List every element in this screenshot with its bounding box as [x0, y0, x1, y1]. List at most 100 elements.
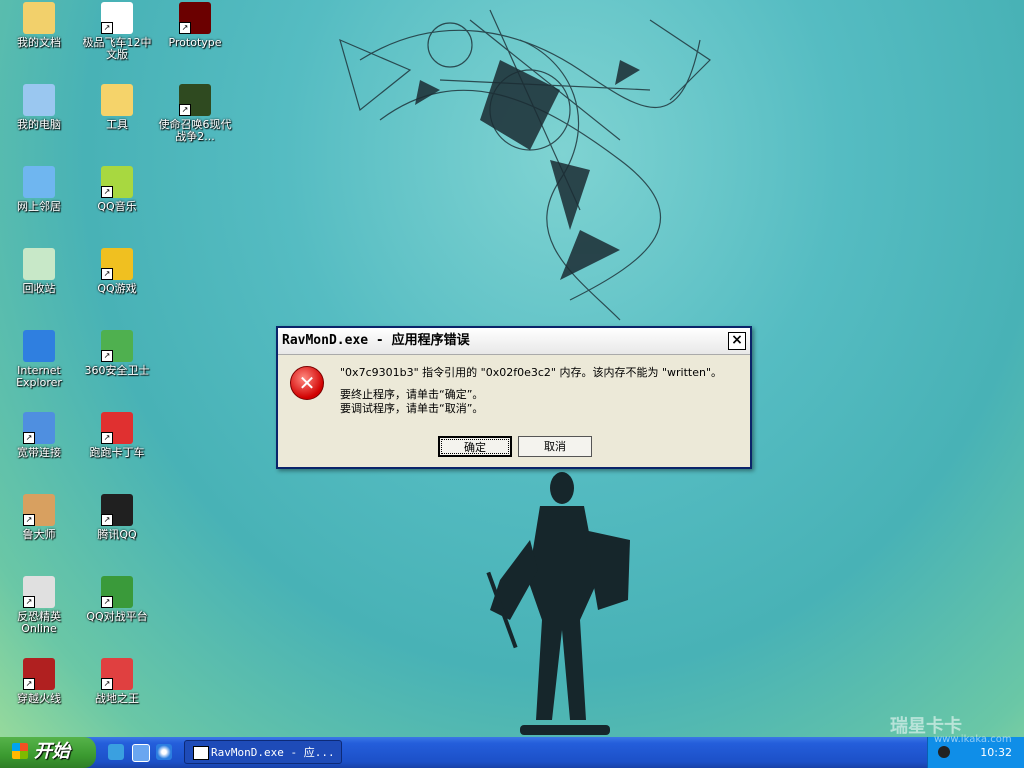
desktop-icon-kart[interactable]: ↗ 跑跑卡丁车: [78, 412, 156, 459]
desktop-icon-prototype[interactable]: ↗ Prototype: [156, 2, 234, 49]
shortcut-arrow-icon: ↗: [101, 268, 113, 280]
desktop-icon-label: 360安全卫士: [84, 364, 150, 377]
start-label: 开始: [34, 741, 70, 762]
taskbar-item-ravmond[interactable]: RavMonD.exe - 应...: [184, 740, 342, 764]
error-dialog: RavMonD.exe - 应用程序错误 × ✕ "0x7c9301b3" 指令…: [276, 326, 752, 469]
desktop-icon-label: 穿越火线: [17, 692, 61, 705]
desktop-icon-broadband[interactable]: ↗ 宽带连接: [0, 412, 78, 459]
ludashi-icon: ↗: [23, 494, 55, 526]
show-desktop-icon[interactable]: [108, 744, 124, 760]
cs-icon: ↗: [23, 576, 55, 608]
prototype-icon: ↗: [179, 2, 211, 34]
shortcut-arrow-icon: ↗: [23, 432, 35, 444]
taskbar: 开始 RavMonD.exe - 应... 10:32: [0, 737, 1024, 768]
kart-icon: ↗: [101, 412, 133, 444]
desktop-icon-qq-music[interactable]: ↗ QQ音乐: [78, 166, 156, 213]
shortcut-arrow-icon: ↗: [101, 350, 113, 362]
desktop-icon-label: QQ游戏: [97, 282, 137, 295]
watermark-url: www.ikaka.com: [934, 734, 1012, 745]
shortcut-arrow-icon: ↗: [101, 514, 113, 526]
desktop-icon-qq[interactable]: ↗ 腾讯QQ: [78, 494, 156, 541]
shortcut-arrow-icon: ↗: [101, 22, 113, 34]
close-icon: ×: [731, 332, 743, 348]
cancel-button[interactable]: 取消: [518, 436, 592, 457]
windows-flag-icon: [12, 743, 28, 759]
media-player-icon[interactable]: [132, 744, 150, 762]
desktop-icon-ie[interactable]: Internet Explorer: [0, 330, 78, 389]
desktop-icon-label: 使命召唤6现代战争2...: [158, 118, 232, 143]
close-button[interactable]: ×: [728, 332, 746, 350]
360-icon: ↗: [101, 330, 133, 362]
shortcut-arrow-icon: ↗: [101, 596, 113, 608]
broadband-icon: ↗: [23, 412, 55, 444]
ava-icon: ↗: [101, 658, 133, 690]
debug-hint: 要调试程序，请单击“取消”。: [340, 402, 484, 415]
desktop-icon-qq-game[interactable]: ↗ QQ游戏: [78, 248, 156, 295]
desktop-icon-label: Prototype: [168, 36, 222, 49]
folder-icon: [101, 84, 133, 116]
qq-game-icon: ↗: [101, 248, 133, 280]
desktop-icon-label: QQ音乐: [97, 200, 137, 213]
desktop-icon-label: 跑跑卡丁车: [89, 446, 145, 459]
task-label: RavMonD.exe - 应...: [211, 746, 335, 759]
shortcut-arrow-icon: ↗: [23, 514, 35, 526]
desktop-icon-qq-battle[interactable]: ↗ QQ对战平台: [78, 576, 156, 623]
qq-battle-icon: ↗: [101, 576, 133, 608]
shortcut-arrow-icon: ↗: [23, 596, 35, 608]
ok-button[interactable]: 确定: [438, 436, 512, 457]
desktop-icon-label: 我的文档: [17, 36, 61, 49]
desktop-icon-network[interactable]: 网上邻居: [0, 166, 78, 213]
desktop-icon-label: Internet Explorer: [16, 364, 62, 389]
desktop-icon-label: 战地之王: [95, 692, 139, 705]
qq-icon: ↗: [101, 494, 133, 526]
desktop-icon-nfs[interactable]: ↗ 极品飞车12中文版: [78, 2, 156, 61]
shortcut-arrow-icon: ↗: [23, 678, 35, 690]
dialog-message: "0x7c9301b3" 指令引用的 "0x02f0e3c2" 内存。该内存不能…: [340, 366, 722, 416]
nfs-icon: ↗: [101, 2, 133, 34]
dialog-title: RavMonD.exe - 应用程序错误: [278, 328, 750, 355]
start-button[interactable]: 开始: [0, 737, 96, 768]
ie-icon: [23, 330, 55, 362]
shortcut-arrow-icon: ↗: [179, 104, 191, 116]
shortcut-arrow-icon: ↗: [179, 22, 191, 34]
qq-music-icon: ↗: [101, 166, 133, 198]
desktop-icon-label: 回收站: [22, 282, 56, 295]
desktop-icon-label: 鲁大师: [22, 528, 56, 541]
desktop-icon-recycle-bin[interactable]: 回收站: [0, 248, 78, 295]
window-icon: [193, 746, 209, 760]
desktop-icon-label: 宽带连接: [17, 446, 61, 459]
error-message-text: "0x7c9301b3" 指令引用的 "0x02f0e3c2" 内存。该内存不能…: [340, 366, 723, 379]
desktop-icon-cs[interactable]: ↗ 反恐精英Online: [0, 576, 78, 635]
desktop-icon-ludashi[interactable]: ↗ 鲁大师: [0, 494, 78, 541]
tray-status-icon[interactable]: [938, 746, 950, 758]
desktop-icon-my-computer[interactable]: 我的电脑: [0, 84, 78, 131]
watermark-logo: 瑞星卡卡 www.ikaka.com: [890, 712, 1018, 745]
desktop-icon-label: 工具: [106, 118, 128, 131]
desktop-icon-label: 腾讯QQ: [97, 528, 137, 541]
desktop-icon-label: 反恐精英Online: [17, 610, 61, 635]
shortcut-arrow-icon: ↗: [101, 186, 113, 198]
desktop-icon-label: 网上邻居: [17, 200, 61, 213]
error-x-icon: ✕: [290, 366, 324, 400]
desktop-icon-label: 我的电脑: [17, 118, 61, 131]
desktop-icon-folder[interactable]: 工具: [78, 84, 156, 131]
desktop-icon-label: QQ对战平台: [86, 610, 148, 623]
desktop-icon-cod[interactable]: ↗ 使命召唤6现代战争2...: [156, 84, 234, 143]
warrior-silhouette: [486, 472, 630, 735]
desktop-icon-360[interactable]: ↗ 360安全卫士: [78, 330, 156, 377]
cod-icon: ↗: [179, 84, 211, 116]
my-computer-icon: [23, 84, 55, 116]
desktop-icon-ava[interactable]: ↗ 战地之王: [78, 658, 156, 705]
ie-quicklaunch-icon[interactable]: [156, 744, 172, 760]
desktop-icon-my-documents[interactable]: 我的文档: [0, 2, 78, 49]
network-icon: [23, 166, 55, 198]
terminate-hint: 要终止程序，请单击“确定”。: [340, 388, 484, 401]
wallpaper-scribble-art: [339, 9, 711, 321]
crossfire-icon: ↗: [23, 658, 55, 690]
desktop-icon-label: 极品飞车12中文版: [82, 36, 152, 61]
shortcut-arrow-icon: ↗: [101, 432, 113, 444]
desktop-icon-crossfire[interactable]: ↗ 穿越火线: [0, 658, 78, 705]
my-documents-icon: [23, 2, 55, 34]
recycle-bin-icon: [23, 248, 55, 280]
shortcut-arrow-icon: ↗: [101, 678, 113, 690]
